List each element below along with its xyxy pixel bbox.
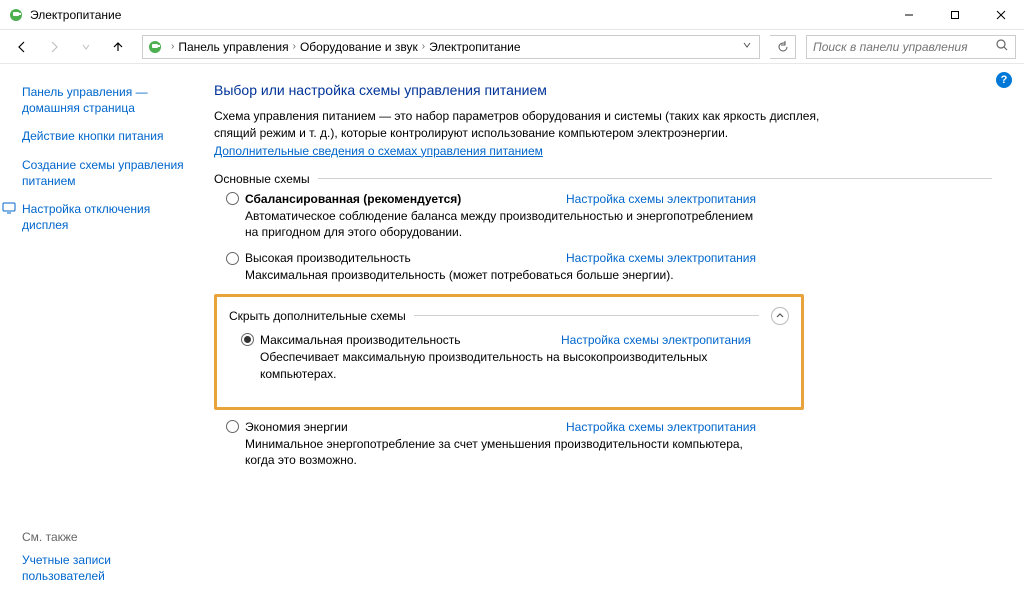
breadcrumb-separator: ›	[422, 41, 425, 52]
sidebar-link-create-plan[interactable]: Создание схемы управления питанием	[22, 157, 184, 189]
refresh-button[interactable]	[770, 35, 796, 59]
breadcrumb-separator: ›	[293, 41, 296, 52]
hide-additional-label: Скрыть дополнительные схемы	[229, 309, 406, 323]
radio-high-performance[interactable]	[226, 252, 239, 265]
breadcrumb-dropdown[interactable]	[739, 41, 755, 52]
radio-power-saver[interactable]	[226, 420, 239, 433]
control-panel-home-link[interactable]: Панель управления — домашняя страница	[22, 84, 184, 116]
plan-settings-link[interactable]: Настройка схемы электропитания	[566, 420, 756, 434]
breadcrumb-item[interactable]: Электропитание	[429, 40, 520, 54]
maximize-button[interactable]	[932, 0, 978, 30]
plan-description: Обеспечивает максимальную производительн…	[260, 349, 780, 383]
search-icon	[995, 38, 1009, 55]
close-button[interactable]	[978, 0, 1024, 30]
power-options-icon	[8, 7, 24, 23]
plan-settings-link[interactable]: Настройка схемы электропитания	[566, 251, 756, 265]
radio-maximum-performance[interactable]	[241, 333, 254, 346]
plan-balanced: Сбалансированная (рекомендуется) Настрой…	[226, 192, 992, 242]
back-button[interactable]	[8, 33, 36, 61]
breadcrumb-item[interactable]: Панель управления	[178, 40, 288, 54]
plan-description: Минимальное энергопотребление за счет ум…	[245, 436, 765, 470]
plan-power-saver: Экономия энергии Настройка схемы электро…	[226, 420, 992, 470]
recent-dropdown[interactable]	[72, 33, 100, 61]
minimize-button[interactable]	[886, 0, 932, 30]
sidebar-link-label: Настройка отключения дисплея	[22, 201, 184, 233]
sidebar: Панель управления — домашняя страница Де…	[0, 64, 200, 604]
plan-maximum-performance: Максимальная производительность Настройк…	[241, 333, 789, 383]
radio-balanced[interactable]	[226, 192, 239, 205]
intro-text: Схема управления питанием — это набор па…	[214, 108, 854, 142]
window-title: Электропитание	[30, 8, 121, 22]
plan-name[interactable]: Максимальная производительность	[260, 333, 461, 347]
plan-description: Автоматическое соблюдение баланса между …	[245, 208, 765, 242]
plan-name[interactable]: Сбалансированная (рекомендуется)	[245, 192, 461, 206]
plan-name[interactable]: Высокая производительность	[245, 251, 411, 265]
window-controls	[886, 0, 1024, 30]
up-button[interactable]	[104, 33, 132, 61]
search-input[interactable]	[813, 40, 995, 54]
plan-name[interactable]: Экономия энергии	[245, 420, 348, 434]
divider	[414, 315, 759, 316]
plan-description: Максимальная производительность (может п…	[245, 267, 765, 284]
sidebar-link-display-off[interactable]: Настройка отключения дисплея	[2, 201, 184, 233]
primary-plans-label: Основные схемы	[214, 172, 310, 186]
breadcrumb-item[interactable]: Оборудование и звук	[300, 40, 418, 54]
plan-settings-link[interactable]: Настройка схемы электропитания	[566, 192, 756, 206]
monitor-icon	[2, 201, 16, 215]
divider	[318, 178, 992, 179]
learn-more-link[interactable]: Дополнительные сведения о схемах управле…	[214, 144, 543, 158]
see-also-label: См. также	[22, 530, 184, 544]
breadcrumb-separator: ›	[171, 41, 174, 52]
search-box[interactable]	[806, 35, 1016, 59]
primary-plans-header: Основные схемы	[214, 172, 992, 186]
plan-high-performance: Высокая производительность Настройка схе…	[226, 251, 992, 284]
navigation-bar: › Панель управления › Оборудование и зву…	[0, 30, 1024, 64]
help-icon[interactable]: ?	[996, 72, 1012, 88]
plan-settings-link[interactable]: Настройка схемы электропитания	[561, 333, 751, 347]
page-heading: Выбор или настройка схемы управления пит…	[214, 82, 992, 98]
power-options-icon	[147, 39, 163, 55]
breadcrumb-bar[interactable]: › Панель управления › Оборудование и зву…	[142, 35, 760, 59]
main-content: ? Выбор или настройка схемы управления п…	[200, 64, 1024, 604]
sidebar-link-power-button[interactable]: Действие кнопки питания	[22, 128, 184, 144]
collapse-button[interactable]	[771, 307, 789, 325]
see-also-link-user-accounts[interactable]: Учетные записи пользователей	[22, 552, 184, 584]
additional-plans-group: Скрыть дополнительные схемы Максимальная…	[214, 294, 804, 410]
window-titlebar: Электропитание	[0, 0, 1024, 30]
forward-button[interactable]	[40, 33, 68, 61]
